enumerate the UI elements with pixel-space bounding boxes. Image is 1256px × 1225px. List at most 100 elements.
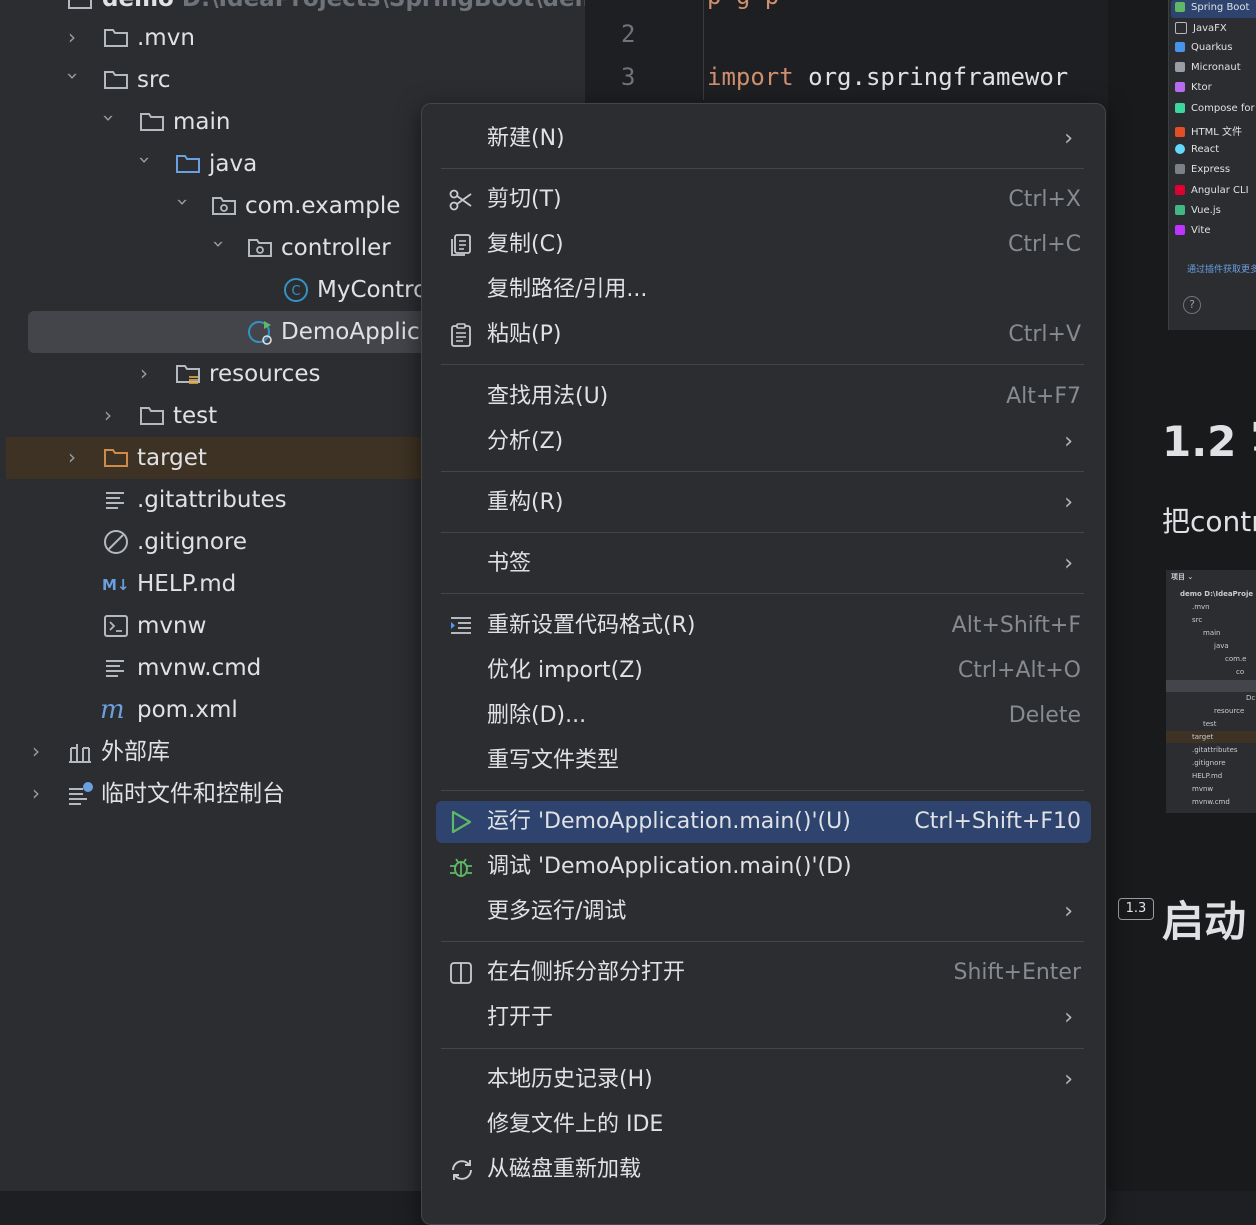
chevron-down-icon[interactable]: › [133,156,157,170]
tree-item-label: test [173,403,218,429]
tree-item-label: controller [281,235,391,261]
menu-item-copy[interactable]: 复制(C) Ctrl+C [436,224,1091,266]
chevron-right-icon: › [1064,1005,1073,1030]
menu-item-delete[interactable]: 删除(D)... Delete [436,695,1091,737]
maven-icon: m [100,695,128,725]
chevron-right-icon: › [1064,551,1073,576]
spring-boot-class-icon [246,318,274,346]
chevron-down-icon[interactable]: › [207,240,231,254]
menu-separator [441,941,1084,942]
menu-item-repair-ide[interactable]: 修复文件上的 IDE [436,1104,1091,1146]
java-class-icon: C [282,276,310,304]
chevron-down-icon[interactable]: › [97,114,121,128]
menu-item-more-run-debug[interactable]: 更多运行/调试 › [436,891,1091,933]
doc-paragraph: 把contr [1162,505,1256,538]
menu-item-bookmarks[interactable]: 书签 › [436,543,1091,585]
tree-root-path: D:\IdeaProjects\SpringBoot\demo [182,0,585,12]
menu-item-copy-path[interactable]: 复制路径/引用... [436,269,1091,311]
generator-item[interactable]: Compose for [1175,103,1255,123]
code-line: import org.springframewor [707,63,1068,91]
module-folder-icon [66,0,94,13]
copy-icon [448,232,474,258]
chevron-right-icon[interactable]: › [68,446,82,468]
menu-item-debug[interactable]: 调试 'DemoApplication.main()'(D) [436,846,1091,888]
tree-item-label: pom.xml [137,697,238,723]
tree-item-label: .mvn [137,25,195,51]
package-icon [246,234,274,262]
code-line-cut: p g p [707,0,779,10]
generator-item[interactable]: JavaFX [1175,22,1227,42]
generator-item[interactable]: HTML 文件 [1175,123,1242,143]
tree-item-label: main [173,109,231,135]
scratches-icon [66,780,94,808]
package-icon [210,192,238,220]
chevron-right-icon[interactable]: › [68,26,82,48]
generator-item[interactable]: Express [1175,164,1230,184]
markdown-icon: M↓ [102,570,130,598]
angular-icon [1175,185,1185,195]
menu-item-paste[interactable]: 粘贴(P) Ctrl+V [436,314,1091,356]
menu-separator [441,471,1084,472]
gutter-divider [703,0,704,100]
menu-separator [441,593,1084,594]
plugin-link[interactable]: 通过插件获取更多 [1187,262,1256,282]
menu-item-optimize-imports[interactable]: 优化 import(Z) Ctrl+Alt+O [436,650,1091,692]
tree-item-label: .gitattributes [137,487,287,513]
menu-item-find-usages[interactable]: 查找用法(U) Alt+F7 [436,376,1091,418]
svg-text:m: m [100,696,125,724]
tree-item-src[interactable]: › src [0,59,585,101]
chevron-right-icon[interactable]: › [104,404,118,426]
menu-separator [441,364,1084,365]
generator-item[interactable]: Vite [1175,225,1210,245]
menu-separator [441,168,1084,169]
express-icon [1175,164,1185,174]
tree-item-label: resources [209,361,321,387]
chevron-down-icon[interactable]: › [61,72,85,86]
generator-item[interactable]: Angular CLI [1175,185,1249,205]
menu-item-open-in[interactable]: 打开于 › [436,997,1091,1039]
tree-root-label: demo [102,0,174,12]
tree-item-label: 外部库 [101,739,170,765]
chevron-right-icon[interactable]: › [32,740,46,762]
generator-item[interactable]: Quarkus [1175,42,1232,62]
folder-icon [138,402,166,430]
chevron-right-icon[interactable]: › [32,782,46,804]
chevron-right-icon: › [1064,126,1073,151]
menu-separator [441,790,1084,791]
ignore-file-icon [102,528,130,556]
menu-item-analyze[interactable]: 分析(Z) › [436,421,1091,463]
code-keyword: import [707,63,794,91]
menu-item-new[interactable]: 新建(N) › [436,118,1091,160]
generator-item[interactable]: Ktor [1175,82,1212,102]
doc-heading-1-2: 1.2 写 [1162,417,1256,466]
generator-item[interactable]: Vue.js [1175,205,1221,225]
generator-item[interactable]: React [1175,144,1219,164]
menu-item-refactor[interactable]: 重构(R) › [436,482,1091,524]
chevron-down-icon[interactable]: › [171,198,195,212]
chevron-right-icon[interactable]: › [140,362,154,384]
menu-item-run[interactable]: 运行 'DemoApplication.main()'(U) Ctrl+Shift… [436,801,1091,843]
menu-item-reformat-code[interactable]: 重新设置代码格式(R) Alt+Shift+F [436,605,1091,647]
doc-screenshot-thumbnail: 项目 ⌄ demo D:\IdeaProje .mvn src main jav… [1166,570,1256,813]
new-project-generator-list: Spring Boot JavaFX Quarkus Micronaut Kto… [1168,0,1256,330]
menu-item-override-file-type[interactable]: 重写文件类型 [436,740,1091,782]
generator-item[interactable]: Spring Boot [1175,2,1249,22]
menu-separator [441,532,1084,533]
ktor-icon [1175,82,1185,92]
menu-item-cut[interactable]: 剪切(T) Ctrl+X [436,179,1091,221]
line-number: 2 [621,20,636,48]
menu-item-open-split[interactable]: 在右侧拆分部分打开 Shift+Enter [436,952,1091,994]
help-icon[interactable]: ? [1183,296,1201,314]
menu-item-reload-from-disk[interactable]: 从磁盘重新加载 [436,1149,1091,1191]
tree-item-label: mvnw [137,613,207,639]
folder-icon [102,24,130,52]
tree-item-label: MyContro [317,277,428,303]
react-icon [1175,144,1185,154]
tree-item-mvn[interactable]: › .mvn [0,17,585,59]
tree-item-label: DemoApplica [281,319,434,345]
tree-item-label: com.example [245,193,401,219]
tree-item-label: HELP.md [137,571,237,597]
context-menu: 新建(N) › 剪切(T) Ctrl+X 复制(C) Ctrl+C 复制路径/引用..… [421,103,1106,1225]
generator-item[interactable]: Micronaut [1175,62,1241,82]
menu-item-local-history[interactable]: 本地历史记录(H) › [436,1059,1091,1101]
